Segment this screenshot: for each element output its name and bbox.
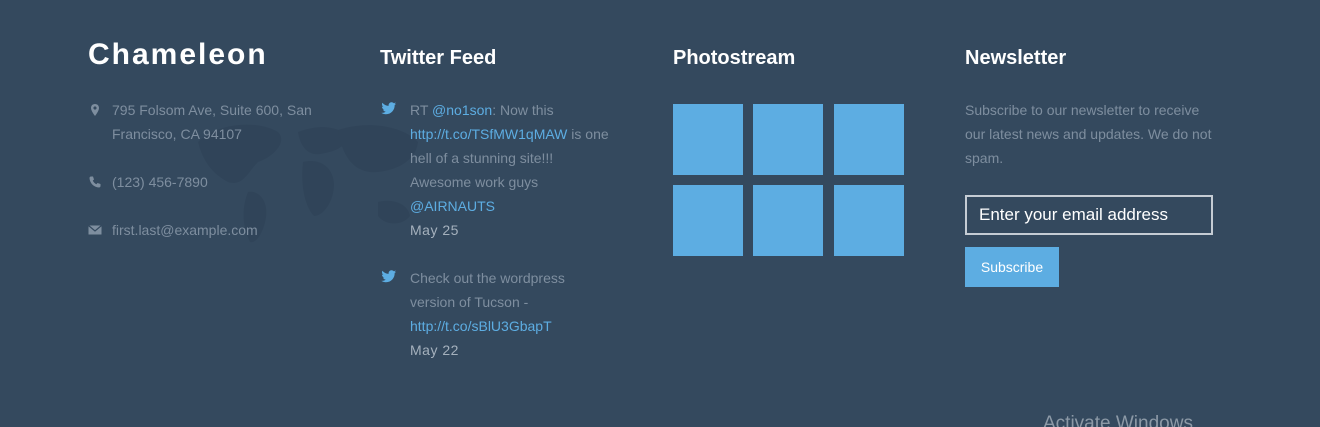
photo-thumbnail[interactable] <box>673 185 743 256</box>
tweet-mention-link[interactable]: @AIRNAUTS <box>410 198 495 214</box>
tweet-text: : Now this <box>492 102 554 118</box>
site-footer: Chameleon 795 Folsom Ave, Suite 600, San… <box>0 0 1320 427</box>
twitter-feed-title: Twitter Feed <box>380 47 497 69</box>
tweet-date: May 22 <box>410 342 459 358</box>
photo-thumbnail[interactable] <box>753 185 823 256</box>
phone-text: (123) 456-7890 <box>112 174 208 190</box>
newsletter-title: Newsletter <box>965 47 1067 69</box>
tweet-url-link[interactable]: http://t.co/TSfMW1qMAW <box>410 126 567 142</box>
twitter-bird-icon <box>381 102 397 115</box>
contact-email: first.last@example.com <box>88 218 328 242</box>
map-marker-icon <box>91 104 99 116</box>
twitter-bird-icon <box>381 270 397 283</box>
newsletter-email-input[interactable] <box>965 195 1213 235</box>
tweet-text: Check out the wordpress version of Tucso… <box>410 270 565 310</box>
newsletter-description: Subscribe to our newsletter to receive o… <box>965 102 1212 166</box>
brand-logo[interactable]: Chameleon <box>88 38 268 72</box>
activate-windows-watermark: Activate Windows <box>1043 413 1193 427</box>
photo-thumbnail[interactable] <box>834 104 904 175</box>
tweet-body: Check out the wordpress version of Tucso… <box>410 266 610 362</box>
tweet-item: RT @no1son: Now this http://t.co/TSfMW1q… <box>380 98 610 242</box>
email-link[interactable]: first.last@example.com <box>112 218 328 242</box>
photostream-title: Photostream <box>673 47 796 69</box>
phone-icon <box>89 176 101 188</box>
photo-thumbnail[interactable] <box>753 104 823 175</box>
envelope-icon <box>88 225 102 235</box>
tweet-prefix: RT <box>410 102 433 118</box>
subscribe-button[interactable]: Subscribe <box>965 247 1059 287</box>
tweet-item: Check out the wordpress version of Tucso… <box>380 266 610 362</box>
tweet-url-link[interactable]: http://t.co/sBlU3GbapT <box>410 318 552 334</box>
photo-thumbnail[interactable] <box>673 104 743 175</box>
contact-address: 795 Folsom Ave, Suite 600, San Francisco… <box>88 98 328 146</box>
tweet-date: May 25 <box>410 222 459 238</box>
address-text: 795 Folsom Ave, Suite 600, San Francisco… <box>112 102 312 142</box>
tweet-body: RT @no1son: Now this http://t.co/TSfMW1q… <box>410 98 610 242</box>
tweet-mention-link[interactable]: @no1son <box>432 102 492 118</box>
contact-phone: (123) 456-7890 <box>88 170 328 194</box>
photo-thumbnail[interactable] <box>834 185 904 256</box>
